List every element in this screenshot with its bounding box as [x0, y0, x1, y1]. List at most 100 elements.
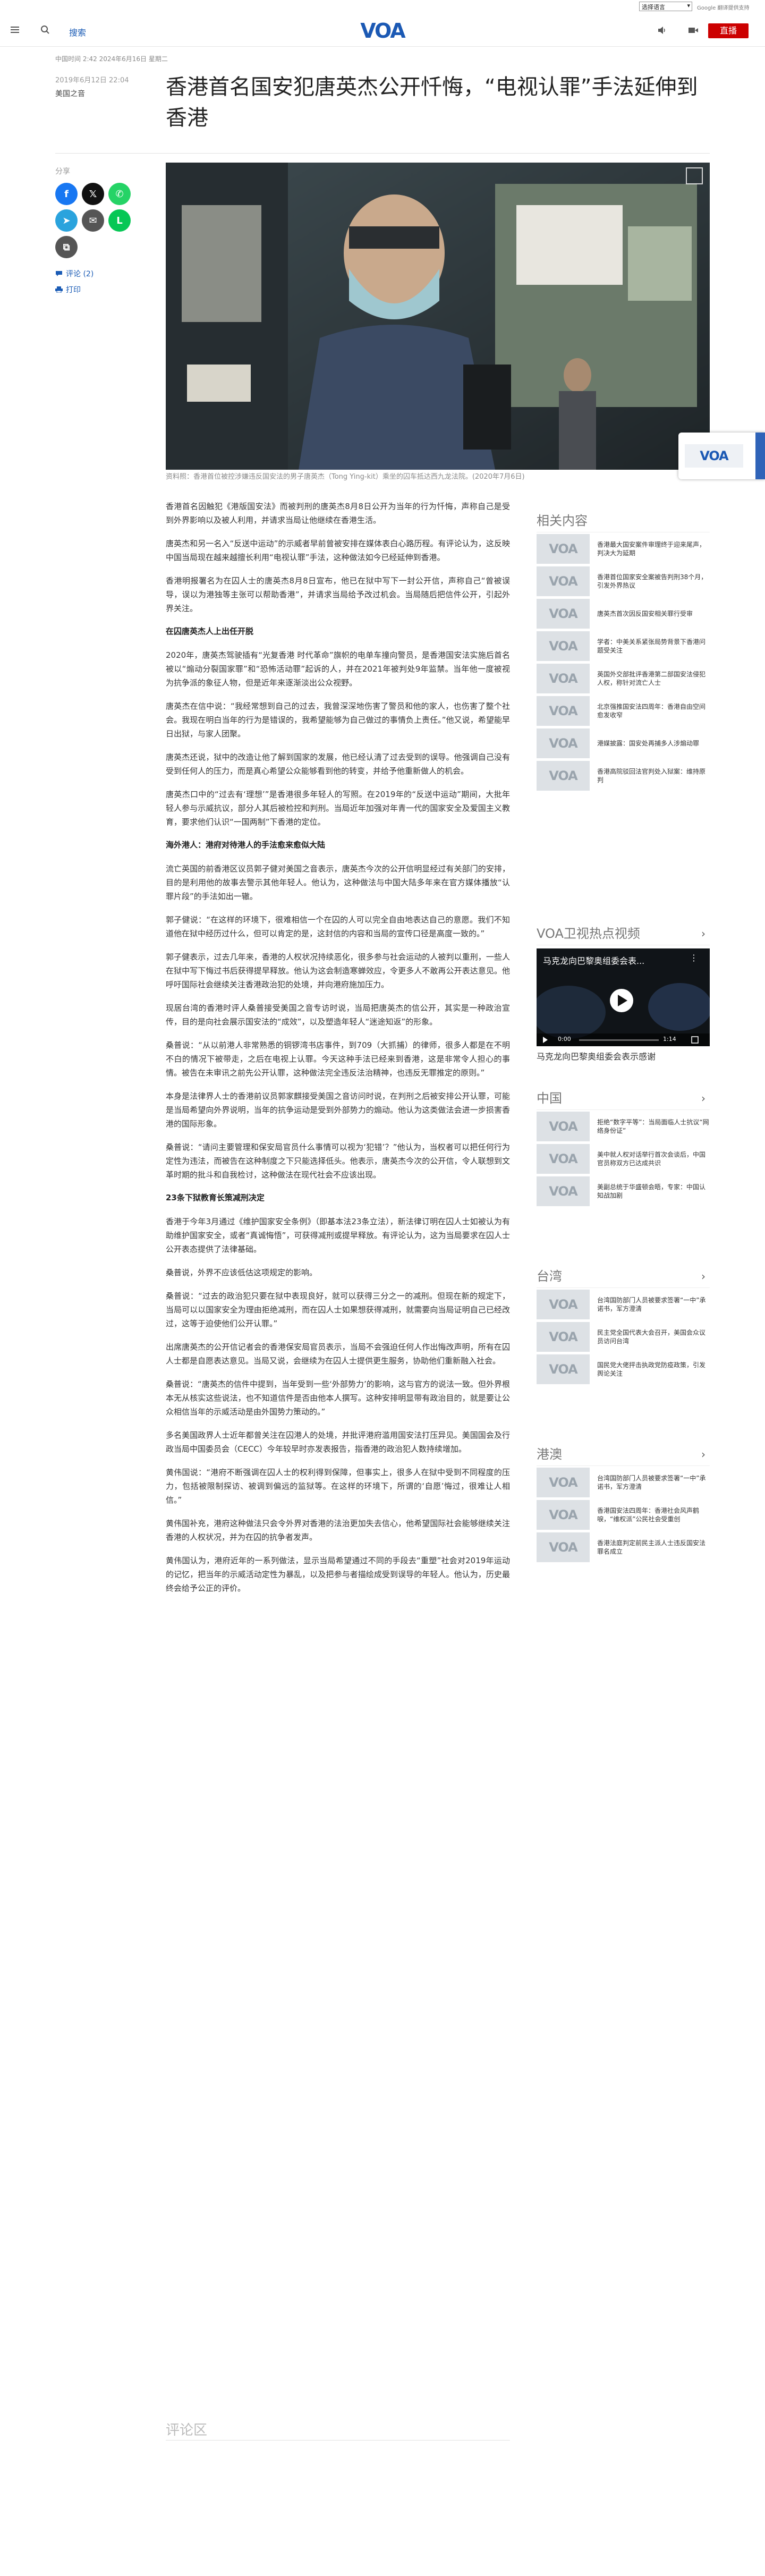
rail-list-item[interactable]: VOA 学者：中美关系紧张局势背景下香港问题受关注 — [537, 630, 710, 662]
comments-link-label: 评论 (2) — [66, 270, 94, 278]
rail-item-title: 民主党全国代表大会召开，美国会众议员访问台湾 — [597, 1328, 706, 1345]
rail-list-item[interactable]: VOA 香港首位国家安全案被告判刑38个月，引发外界热议 — [537, 565, 710, 597]
thumbnail-image: VOA — [537, 696, 590, 726]
rail-list-item[interactable]: VOA 香港法庭判定前民主派人士违反国安法罪名成立 — [537, 1531, 710, 1563]
hongkong-section: 港澳 › VOA 台湾国防部门人员被要求签署“一中”承诺书，军方澄清 VOA 香港国安… — [537, 1443, 710, 1563]
thumbnail-logo: VOA — [549, 638, 577, 654]
rail-item-title: 香港最大国安案件审理终于迎来尾声，判决大为延期 — [597, 540, 706, 557]
hongkong-heading[interactable]: 港澳 › — [537, 1443, 710, 1466]
body-paragraph: 唐英杰还说，狱中的改造让他了解到国家的发展，他已经认清了过去受到的误导。他强调自… — [166, 752, 510, 776]
body-paragraph: 黄伟国补充，港府这种做法只会令外界对香港的法治更加失去信心，他希望国际社会能够继… — [166, 1519, 510, 1542]
body-paragraph: 唐英杰在信中说：“我经常想到自己的过去，我曾深深地伤害了警员和他的家人，也伤害了… — [166, 701, 510, 739]
thumbnail-image: VOA — [537, 1321, 590, 1352]
video-section-header: VOA卫视热点视频 › — [537, 922, 710, 945]
x-icon: 𝕏 — [89, 188, 97, 200]
title-divider — [55, 153, 710, 154]
share-x-button[interactable]: 𝕏 — [82, 183, 104, 205]
related-heading[interactable]: 相关内容 — [537, 509, 710, 532]
video-title[interactable]: 马克龙向巴黎奥组委会表示感谢 — [537, 1049, 656, 1062]
search-icon[interactable] — [40, 25, 50, 35]
rail-list-item[interactable]: VOA 民主党全国代表大会召开，美国会众议员访问台湾 — [537, 1320, 710, 1353]
promo-logo: VOA — [685, 444, 743, 468]
thumbnail-logo: VOA — [549, 1539, 577, 1555]
rail-list-item[interactable]: VOA 唐英杰首次因反国安相关罪行受审 — [537, 597, 710, 630]
body-paragraph: 本身是法律界人士的香港前议员郭家麒接受美国之音访问时说，在判刑之后被安排公开认罪… — [166, 1091, 510, 1129]
body-paragraph: 出席唐英杰的公开信记者会的香港保安局官员表示，当局不会强迫任何人作出悔改声明，所… — [166, 1342, 510, 1366]
rail-list-item[interactable]: VOA 台湾国防部门人员被要求签署“一中”承诺书，军方澄清 — [537, 1288, 710, 1320]
live-button[interactable]: 直播 — [708, 23, 749, 38]
video-icon[interactable] — [688, 26, 699, 35]
share-line-button[interactable]: L — [108, 209, 131, 232]
language-select-value: 选择语言 — [642, 4, 665, 11]
rail-list-item[interactable]: VOA 香港最大国安案件审理终于迎来尾声，判决大为延期 — [537, 532, 710, 565]
utility-bar: 选择语言 ▾ Google 翻译提供支持 — [0, 0, 765, 15]
thumbnail-image: VOA — [537, 760, 590, 791]
thumbnail-logo: VOA — [549, 1361, 577, 1377]
photo-caption: 资料照：香港首位被控涉嫌违反国安法的男子唐英杰（Tong Ying-kit）乘坐… — [166, 473, 525, 481]
rail-list-item[interactable]: VOA 美中就人权对话举行首次会谈后，中国官员称双方已达成共识 — [537, 1142, 710, 1175]
rail-item-title: 国民党大佬抨击执政党防疫政策，引发舆论关注 — [597, 1361, 706, 1377]
taiwan-section: 台湾 › VOA 台湾国防部门人员被要求签署“一中”承诺书，军方澄清 VOA 民主党全… — [537, 1265, 710, 1385]
video-heading[interactable]: VOA卫视热点视频 › — [537, 922, 710, 945]
share-icon[interactable]: ⋮ — [690, 953, 698, 963]
rail-item-title: 台湾国防部门人员被要求签署“一中”承诺书，军方澄清 — [597, 1474, 706, 1490]
comments-link[interactable]: 评论 (2) — [55, 268, 94, 279]
thumbnail-image: VOA — [537, 631, 590, 661]
body-paragraph: 2020年，唐英杰驾驶插有“光复香港 时代革命”旗帜的电单车撞向警员，是香港国安… — [166, 650, 510, 688]
article-title: 香港首名国安犯唐英杰公开忏悔，“电视认罪”手法延伸到香港 — [166, 75, 698, 130]
floating-promo-widget[interactable]: VOA — [678, 433, 765, 479]
rail-item-title: 台湾国防部门人员被要求签署“一中”承诺书，军方澄清 — [597, 1296, 706, 1312]
rail-list-item[interactable]: VOA 美副总统于华盛顿会晤，专家：中国认知战加剧 — [537, 1175, 710, 1207]
voa-logo[interactable]: VOA — [356, 19, 409, 43]
google-translate-credit: Google 翻译提供支持 — [697, 5, 750, 11]
update-timestamp: 中国时间 2:42 2024年6月16日 星期二 — [55, 55, 168, 63]
share-whatsapp-button[interactable]: ✆ — [108, 183, 131, 205]
thumbnail-image: VOA — [537, 1176, 590, 1206]
chevron-right-icon: › — [701, 1448, 706, 1461]
body-paragraph: 郭子健说：“在这样的环境下，很难相信一个在囚的人可以完全自由地表达自己的意愿。我… — [166, 915, 510, 938]
line-icon: L — [116, 215, 123, 226]
thumbnail-logo: VOA — [549, 541, 577, 556]
rail-list-item[interactable]: VOA 香港国安法四周年：香港社会风声鹤唳，“维权派”公民社会受重创 — [537, 1498, 710, 1531]
share-email-button[interactable]: ✉ — [82, 209, 104, 232]
promo-strip — [755, 433, 765, 479]
related-heading-label: 相关内容 — [537, 513, 588, 528]
language-select[interactable]: 选择语言 ▾ — [639, 2, 692, 11]
video-duration: 1:14 — [663, 1036, 676, 1043]
thumbnail-logo: VOA — [549, 1507, 577, 1522]
china-heading[interactable]: 中国 › — [537, 1087, 710, 1110]
print-link[interactable]: 打印 — [55, 284, 81, 295]
body-paragraph: 桑普说：“唐英杰的信件中提到，当年受到一些‘外部势力’的影响，这与官方的说法一致… — [166, 1379, 510, 1417]
logo-text: VOA — [360, 19, 405, 43]
speaker-icon[interactable] — [657, 26, 667, 35]
rail-list-item[interactable]: VOA 英国外交部批评香港第二部国安法侵犯人权，称针对流亡人士 — [537, 662, 710, 694]
thumbnail-logo: VOA — [549, 1118, 577, 1134]
rail-list-item[interactable]: VOA 香港高院驳回法官判处入狱案：维持原判 — [537, 759, 710, 792]
share-telegram-button[interactable]: ➤ — [55, 209, 78, 232]
rail-item-title: 香港首位国家安全案被告判刑38个月，引发外界热议 — [597, 573, 708, 589]
comments-heading: 评论区 — [166, 2422, 208, 2438]
rail-list-item[interactable]: VOA 台湾国防部门人员被要求签署“一中”承诺书，军方澄清 — [537, 1466, 710, 1498]
rail-list-item[interactable]: VOA 港媒披露：国安处再捕多人涉煽动罪 — [537, 727, 710, 759]
body-paragraph: 黄伟国认为，港府近年的一系列做法，显示当局希望通过不同的手段去“重塑”社会对20… — [166, 1556, 510, 1593]
rail-list-item[interactable]: VOA 拒绝“数字平等”：当局面临人士抗议“网络身份证” — [537, 1110, 710, 1142]
comment-icon — [56, 271, 62, 276]
thumbnail-logo: VOA — [549, 1183, 577, 1199]
print-link-label: 打印 — [66, 286, 81, 294]
video-player[interactable]: 马克龙向巴黎奥组委会表... ⋮ 0:00 1:14 — [537, 948, 710, 1046]
body-paragraph: 多名美国政界人士近年都曾关注在囚港人的处境，并批评港府滥用国安法打压异见。美国国… — [166, 1430, 510, 1454]
rail-list-item[interactable]: VOA 国民党大佬抨击执政党防疫政策，引发舆论关注 — [537, 1353, 710, 1385]
taiwan-heading[interactable]: 台湾 › — [537, 1265, 710, 1288]
body-paragraph: 流亡英国的前香港区议员郭子健对美国之音表示，唐英杰今次的公开信明显经过有关部门的… — [166, 864, 510, 901]
menu-icon[interactable] — [11, 27, 19, 33]
share-copy-button[interactable]: ⧉ — [55, 236, 78, 258]
nav-search-link[interactable]: 搜索 — [69, 26, 86, 38]
share-facebook-button[interactable]: f — [55, 183, 78, 205]
thumbnail-logo: VOA — [549, 735, 577, 751]
rail-item-title: 美中就人权对话举行首次会谈后，中国官员称双方已达成共识 — [597, 1150, 706, 1167]
rail-list-item[interactable]: VOA 北京强推国安法四周年：香港自由空间愈发收窄 — [537, 694, 710, 727]
author-name[interactable]: 美国之音 — [55, 88, 85, 99]
video-overlay-title: 马克龙向巴黎奥组委会表... — [543, 956, 645, 966]
thumbnail-image: VOA — [537, 1354, 590, 1384]
print-icon — [55, 286, 63, 293]
